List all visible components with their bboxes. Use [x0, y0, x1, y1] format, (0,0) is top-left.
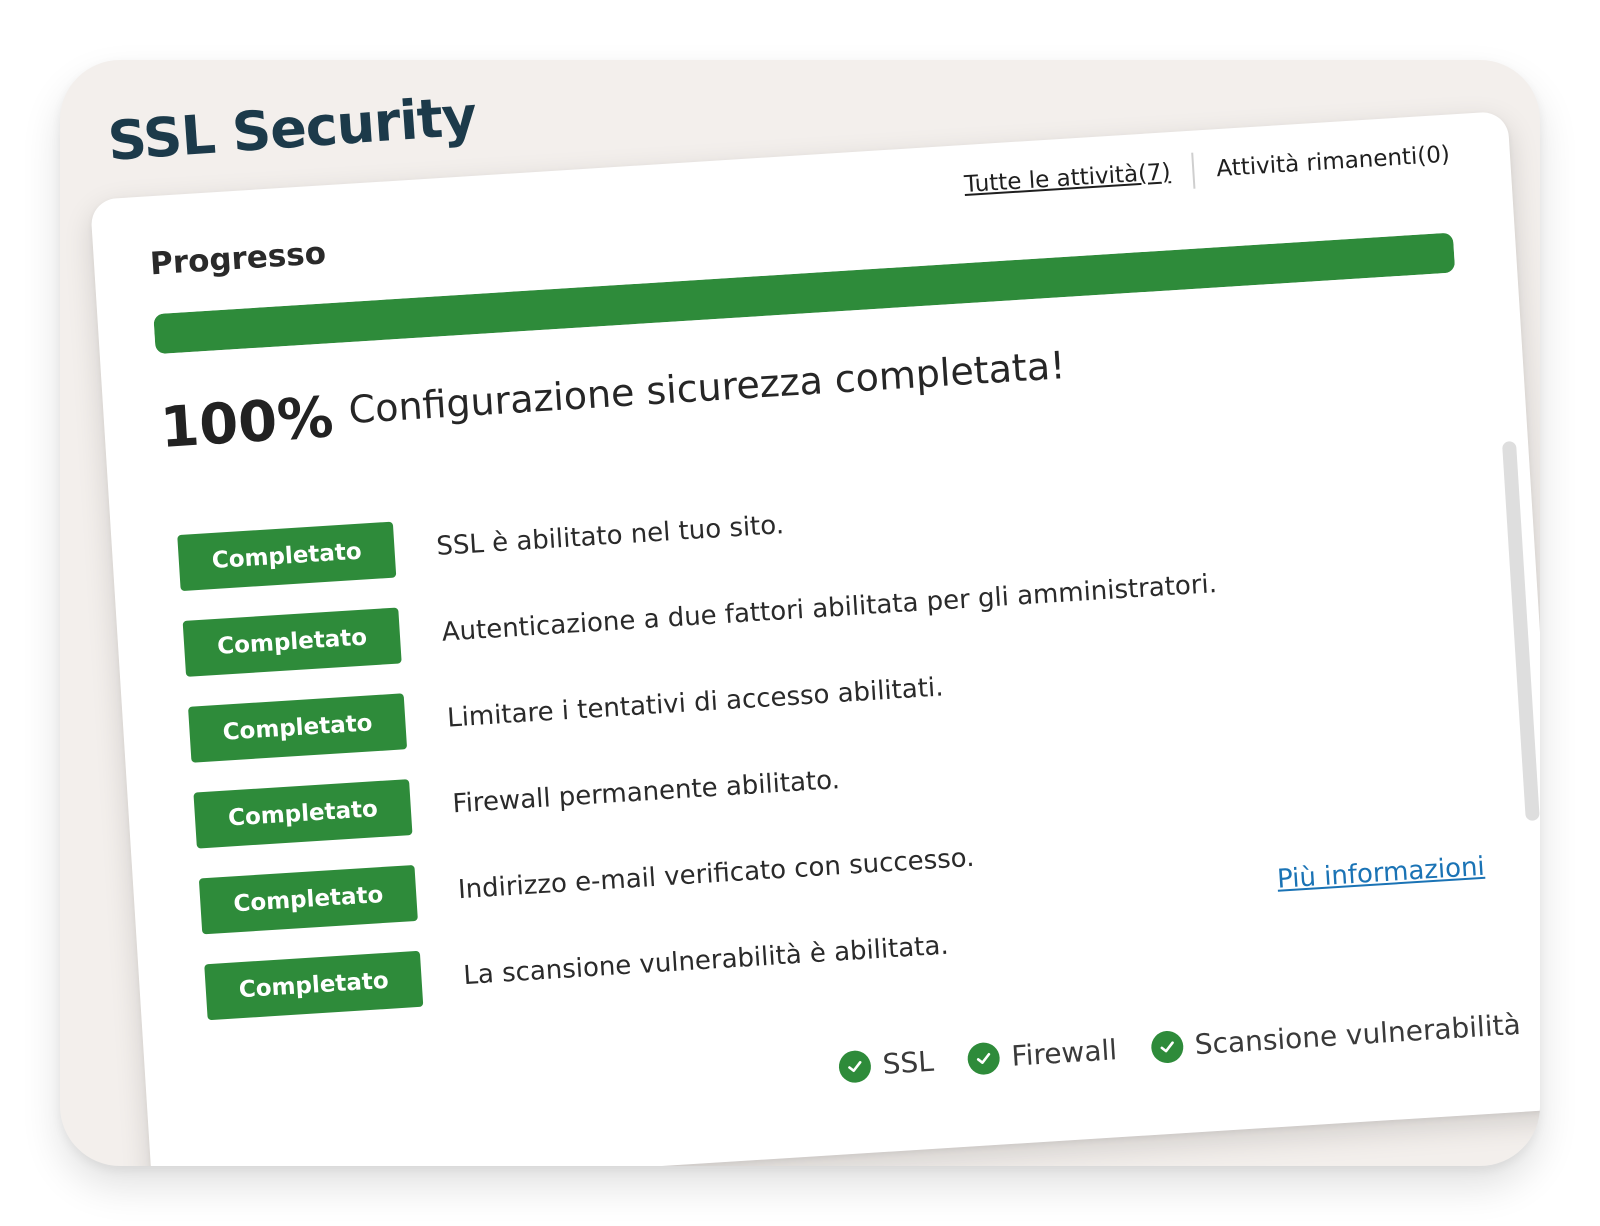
- app-frame: SSL Security Progresso Tutte le attività…: [60, 60, 1540, 1166]
- check-circle-icon: [966, 1041, 1001, 1076]
- all-tasks-link[interactable]: Tutte le attività(7): [963, 159, 1171, 198]
- status-badge: Completato: [193, 779, 413, 849]
- status-badge: Completato: [204, 950, 424, 1021]
- status-badge: Completato: [177, 521, 397, 592]
- progress-bar: [153, 232, 1456, 355]
- status-badge: Completato: [198, 864, 418, 935]
- feature-label: Scansione vulnerabilità: [1193, 1007, 1522, 1062]
- progress-percent: 100%: [158, 385, 336, 461]
- app-title: SSL Security: [105, 84, 479, 173]
- progress-panel: Progresso Tutte le attività(7) Attività …: [90, 110, 1540, 1166]
- check-circle-icon: [837, 1049, 872, 1084]
- status-badge: Completato: [182, 607, 402, 677]
- check-circle-icon: [1149, 1029, 1184, 1064]
- status-badge: Completato: [188, 693, 408, 763]
- task-text: La scansione vulnerabilità è abilitata.: [462, 930, 950, 992]
- task-list: Completato SSL è abilitato nel tuo sito.…: [176, 439, 1506, 1036]
- task-filter-links: Tutte le attività(7) Attività rimanenti(…: [963, 137, 1451, 203]
- remaining-tasks-link[interactable]: Attività rimanenti(0): [1216, 142, 1451, 183]
- completion-message: Configurazione sicurezza completata!: [347, 343, 1067, 433]
- feature-label: SSL: [881, 1044, 935, 1081]
- feature-status-list: SSL Firewall Scansione vulnerabilità: [804, 1008, 1522, 1086]
- link-divider: [1191, 152, 1196, 189]
- feature-label: Firewall: [1010, 1033, 1118, 1073]
- task-text: Firewall permanente abilitato.: [451, 765, 841, 820]
- feature-ssl: SSL: [837, 1044, 935, 1084]
- feature-vulnerability-scan: Scansione vulnerabilità: [1149, 1007, 1522, 1064]
- feature-firewall: Firewall: [966, 1033, 1118, 1076]
- panel-title: Progresso: [149, 235, 327, 283]
- progress-bar-fill: [153, 232, 1456, 355]
- task-text: SSL è abilitato nel tuo sito.: [435, 510, 785, 562]
- scrollbar[interactable]: [1501, 440, 1540, 822]
- task-text: Indirizzo e-mail verificato con successo…: [457, 842, 976, 906]
- task-text: Limitare i tentativi di accesso abilitat…: [446, 672, 945, 734]
